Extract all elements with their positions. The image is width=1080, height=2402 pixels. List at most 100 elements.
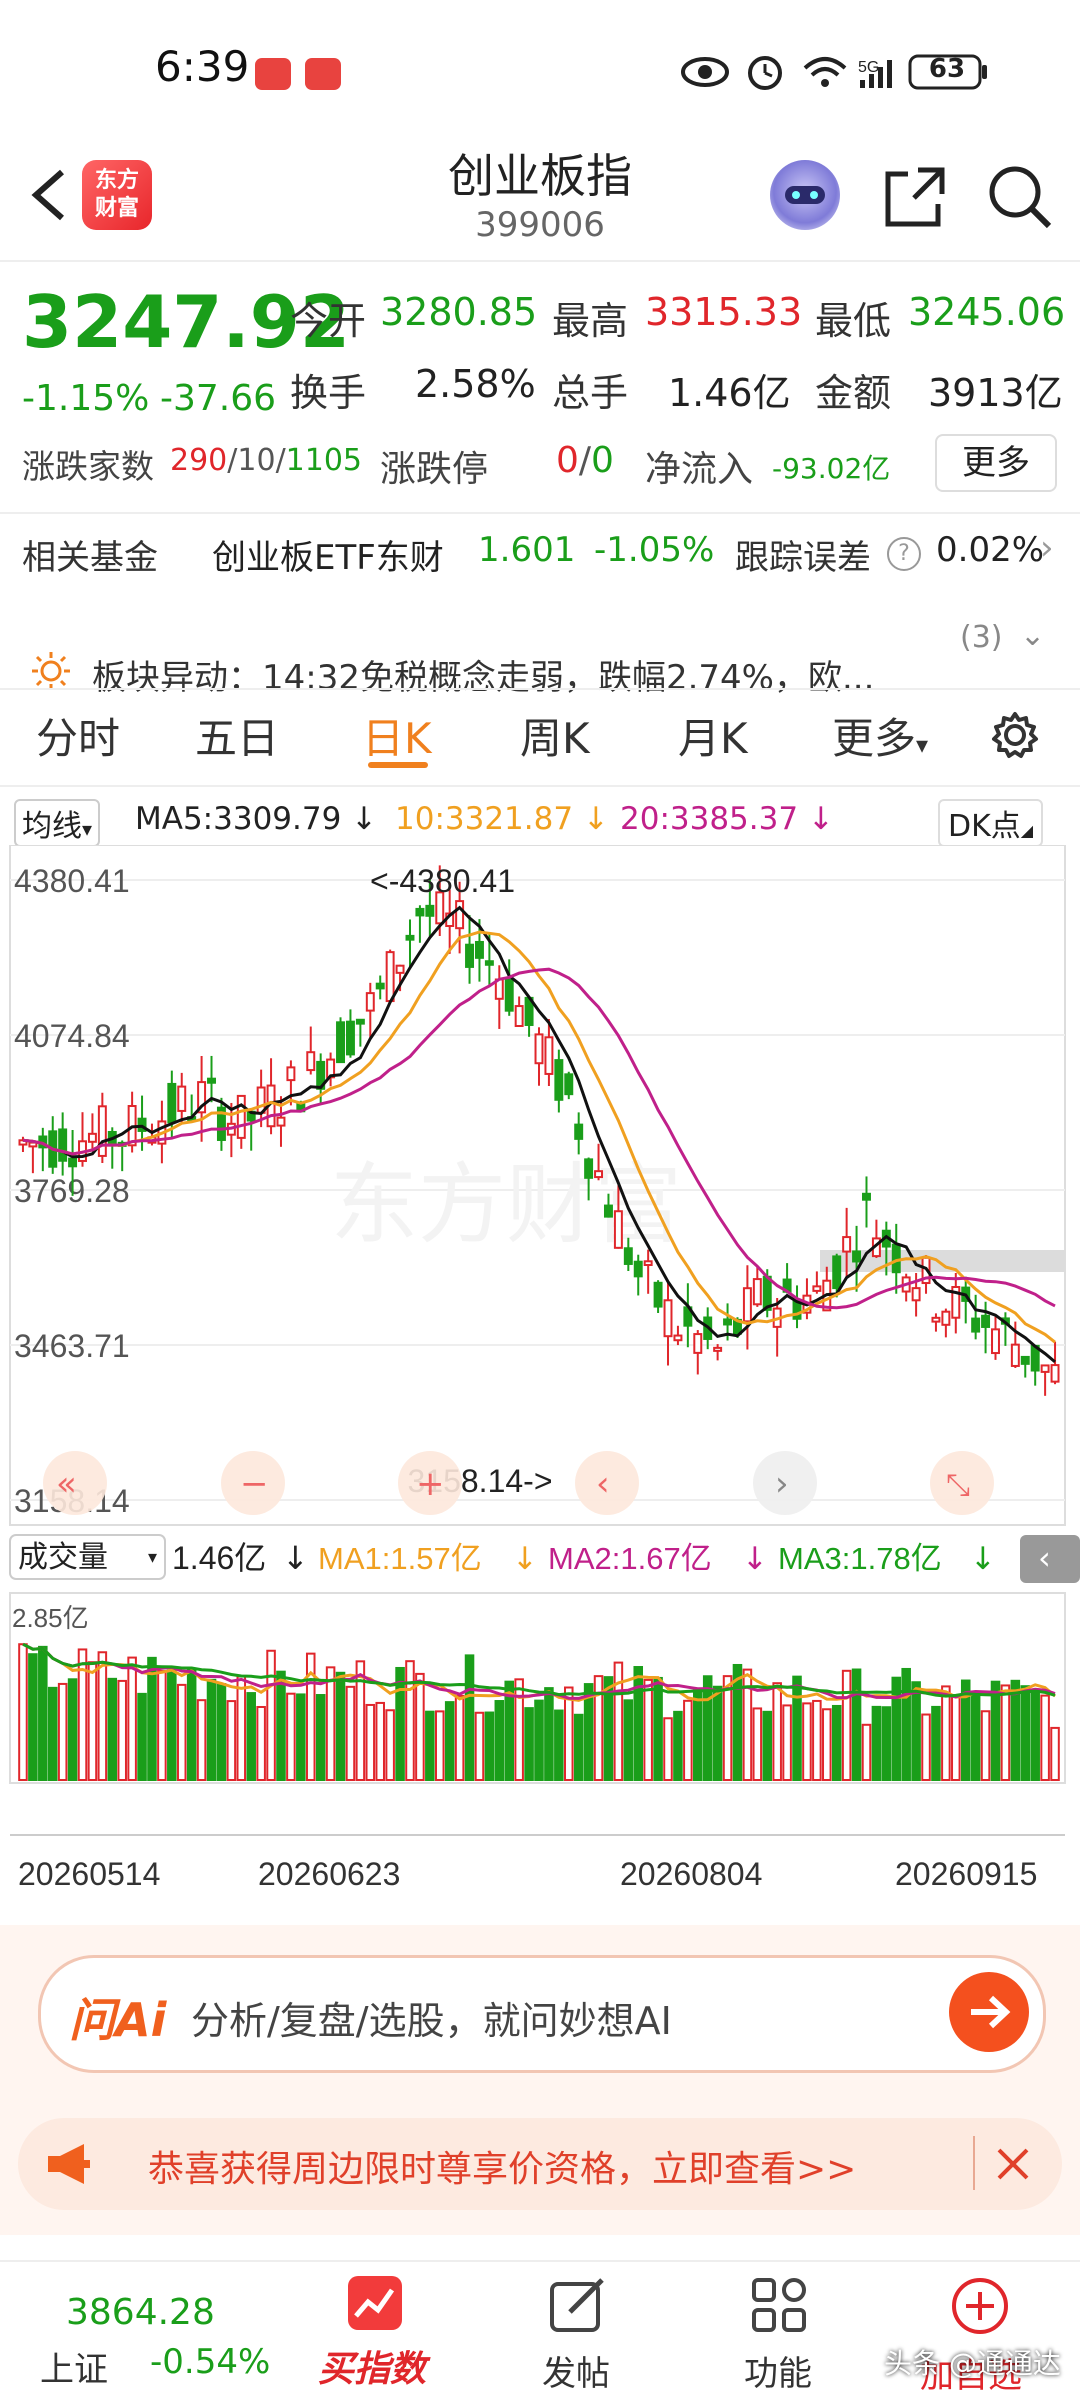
volume-bar [901, 1667, 911, 1781]
watermark-text: 头条 @通通达 [884, 2347, 1061, 2380]
tracking-error-value: 0.02% [936, 530, 1045, 570]
volume-bar [1010, 1679, 1021, 1781]
volume-bar [712, 1685, 723, 1781]
volume-bar [296, 1693, 306, 1781]
volume-bar [1040, 1694, 1050, 1781]
candle-body [345, 1020, 355, 1056]
search-button[interactable] [985, 162, 1055, 232]
volume-bar [87, 1661, 98, 1781]
candle-body [832, 1255, 842, 1290]
share-button[interactable] [880, 162, 950, 232]
fund-change: -1.05% [594, 530, 715, 570]
ai-brand: 问Ai [69, 1993, 167, 2047]
tab-daily-k[interactable]: 日K [362, 705, 432, 766]
share-icon [885, 167, 945, 227]
back-button[interactable] [20, 160, 80, 230]
candle-body [1020, 1355, 1030, 1365]
volume-bar [176, 1683, 187, 1781]
high-value: 3315.33 [645, 290, 803, 334]
volume-bar [454, 1694, 465, 1781]
candle-body [415, 907, 425, 917]
tab-more[interactable]: 更多▾ [832, 705, 928, 766]
volume-bar [335, 1671, 346, 1782]
dk-button[interactable]: DK点◢ [938, 799, 1044, 847]
volume-bar [276, 1670, 286, 1781]
volume-bar [871, 1705, 882, 1782]
candle-body [693, 1333, 703, 1354]
low-label: 最低 [815, 299, 892, 343]
volume-bar [851, 1668, 862, 1781]
chevron-down-icon[interactable]: ⌄ [1020, 618, 1045, 653]
candle-body [574, 1123, 584, 1140]
nav-functions[interactable]: 功能 [720, 2270, 840, 2400]
ticker-cutoff [0, 585, 1080, 605]
sh-index-name[interactable]: 上证 [40, 2342, 108, 2391]
more-button[interactable]: 更多 [935, 434, 1057, 492]
candle-body [236, 1094, 246, 1139]
svg-text:+: + [416, 1464, 445, 1504]
candle-body [713, 1346, 723, 1352]
volume-bar [266, 1649, 276, 1781]
candle-body [544, 1036, 554, 1075]
news-ticker[interactable]: 板块异动：14:32免税概念走弱，跌幅2.74%，欧... (3) ⌄ [0, 618, 1080, 700]
wifi-icon [803, 57, 847, 87]
change-pct: -1.15% [22, 378, 150, 419]
tab-five-day[interactable]: 五日 [195, 705, 279, 766]
tab-active-indicator [368, 762, 428, 768]
tab-weekly-k[interactable]: 周K [520, 705, 590, 766]
volume-bar [643, 1678, 653, 1781]
volume-bar [524, 1707, 534, 1781]
grid-icon [752, 2278, 806, 2332]
volume-bar [623, 1699, 634, 1782]
help-icon[interactable]: ? [887, 537, 921, 571]
ticker-text: 板块异动：14:32免税概念走弱，跌幅2.74%，欧... [92, 658, 875, 698]
candle-body [365, 992, 375, 1012]
candle-body [167, 1082, 177, 1124]
candle-body [623, 1247, 633, 1265]
candle-body [584, 1158, 594, 1179]
limit-label: 涨跌停 [380, 449, 489, 490]
ai-go-button[interactable] [949, 1972, 1029, 2052]
kline-chart[interactable]: 东方财富 4380.414074.843769.283463.713158.14… [0, 845, 1080, 1965]
svg-text:↓: ↓ [742, 1541, 768, 1577]
settings-gear-icon[interactable] [990, 710, 1040, 760]
volume-bar [802, 1702, 812, 1782]
candle-body [911, 1287, 921, 1302]
svg-text:▾: ▾ [148, 1547, 157, 1568]
candle-body [474, 940, 484, 959]
volume-bar [861, 1723, 872, 1781]
volume-bar [405, 1660, 415, 1782]
candle-body [87, 1132, 97, 1143]
volume-bar [494, 1700, 505, 1781]
sh-index-change[interactable]: -0.54% [150, 2342, 270, 2382]
candle-body [971, 1317, 981, 1333]
tab-intraday[interactable]: 分时 [36, 705, 120, 766]
promo-banner[interactable]: 恭喜获得周边限时尊享价资格，立即查看>> [18, 2118, 1062, 2210]
volume-bar [236, 1675, 247, 1781]
x-tick-label: 20260804 [620, 1856, 762, 1892]
vol-ma1: MA1:1.57亿 [318, 1541, 482, 1576]
candle-body [405, 934, 415, 941]
volume-bar [663, 1717, 673, 1782]
volume-bar [881, 1706, 892, 1781]
sh-index-value[interactable]: 3864.28 [66, 2292, 215, 2333]
related-fund-row[interactable]: 相关基金 创业板ETF东财 1.601 -1.05% 跟踪误差 ? 0.02% … [0, 515, 1080, 585]
candle-body [1050, 1364, 1060, 1383]
nav-post[interactable]: 发帖 [520, 2270, 640, 2400]
svg-text:↓: ↓ [512, 1541, 538, 1577]
candle-body [723, 1318, 733, 1326]
close-icon[interactable] [993, 2144, 1033, 2184]
amount-label: 金额 [815, 371, 892, 415]
volume-bar [762, 1710, 773, 1781]
tab-monthly-k[interactable]: 月K [678, 705, 748, 766]
chevron-left-icon [31, 169, 64, 221]
volume-bar [752, 1707, 763, 1782]
ai-robot-icon[interactable] [770, 160, 840, 230]
app-logo: 东方 财富 [82, 160, 152, 230]
ma-selector[interactable]: 均线▾ [14, 799, 101, 847]
nav-buy-index[interactable]: 买指数 [310, 2270, 440, 2400]
divider [973, 2136, 975, 2190]
ai-ask-bar[interactable]: 问Ai 分析/复盘/选股，就问妙想AI [38, 1955, 1046, 2073]
volume-bar [315, 1694, 326, 1782]
volume-bar [444, 1701, 455, 1781]
